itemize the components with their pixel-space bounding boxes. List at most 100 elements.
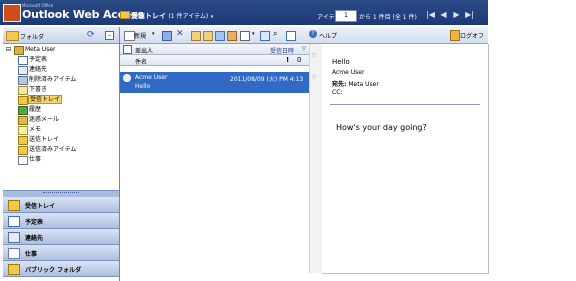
tree-item-label: Meta User [25, 46, 56, 53]
sent-items-icon [18, 146, 28, 155]
outlook-logo-icon [3, 4, 21, 22]
tree-item-tasks[interactable]: 仕事 [18, 155, 114, 165]
chevron-down-icon[interactable]: ▾ [152, 31, 155, 37]
next-page-icon[interactable]: ▶ [452, 10, 461, 20]
calendar-icon [18, 56, 28, 65]
message-date: 2011/08/09 (火) PM 4:13 [230, 76, 304, 83]
reading-pane-icon[interactable] [286, 31, 296, 41]
new-button-label[interactable]: 新規 [134, 31, 146, 40]
list-scrollbar[interactable]: ▽ ▽ [309, 44, 322, 273]
tree-item-label: 削除済みアイテム [29, 76, 77, 83]
last-page-icon[interactable]: ▶| [465, 10, 474, 20]
tree-item-drafts[interactable]: 下書き [18, 85, 114, 95]
tree-item-label: 送信済みアイテム [29, 146, 77, 153]
tree-item-deleted-items[interactable]: 削除済みアイテム [18, 75, 114, 85]
column-header-from[interactable]: 差出人 [135, 46, 153, 55]
collapse-pane-icon[interactable]: – [105, 31, 114, 40]
tree-item-inbox[interactable]: 受信トレイ [18, 95, 114, 105]
left-navigation-pane: フォルダ ⟳ – ⊟ Meta User 予定表 連絡先 削除済みアイテム 下書… [3, 27, 120, 281]
contacts-icon [8, 232, 20, 243]
tree-item-calendar[interactable]: 予定表 [18, 55, 114, 65]
column-header-received[interactable]: 受信日時 [270, 46, 294, 55]
current-folder-title[interactable]: 受信トレイ (1 件アイテム) ▾ [131, 11, 213, 21]
nav-group-label: 予定表 [25, 219, 44, 226]
column-header-row: 件名 ! 0 [120, 55, 321, 66]
find-icon[interactable]: ⌕ [273, 29, 277, 39]
tree-item-notes[interactable]: メモ [18, 125, 114, 135]
folder-icon [120, 11, 130, 19]
tree-item-sent-items[interactable]: 送信済みアイテム [18, 145, 114, 155]
nav-group-tasks[interactable]: 仕事 [3, 245, 119, 261]
reading-pane-header: Hello Acme User 宛先: Meta User CC: [322, 44, 488, 105]
forward-icon[interactable] [215, 31, 225, 41]
public-folder-icon [8, 264, 20, 275]
notes-icon [18, 126, 28, 135]
item-type-column-icon[interactable] [123, 45, 132, 54]
message-read-icon [123, 74, 131, 82]
cc-label: CC: [332, 89, 343, 96]
logoff-button-label[interactable]: ログオフ [460, 31, 484, 40]
move-folder-icon[interactable] [162, 31, 172, 41]
tree-item-mailbox[interactable]: ⊟ Meta User [6, 45, 116, 55]
chevron-down-icon[interactable]: ▾ [252, 31, 255, 37]
nav-group-inbox[interactable]: 受信トレイ [3, 197, 119, 213]
column-header-row: 差出人 受信日時 ▽ [120, 44, 321, 55]
to-value[interactable]: Meta User [348, 81, 378, 88]
nav-group-calendar[interactable]: 予定表 [3, 213, 119, 229]
refresh-icon[interactable]: ⟳ [87, 30, 95, 40]
top-header-bar: Microsoft Office Outlook Web Access 受信トレ… [0, 0, 488, 25]
flag-column-icon: ▽ [312, 53, 316, 59]
column-header-importance[interactable]: ! [286, 56, 289, 64]
check-names-icon[interactable] [227, 31, 237, 41]
first-page-icon[interactable]: |◀ [426, 10, 435, 20]
help-button-label[interactable]: ヘルプ [319, 31, 337, 40]
page-number-input[interactable]: 1 [335, 10, 357, 22]
reading-to-line: 宛先: Meta User [332, 79, 379, 88]
flag-icon[interactable]: ▽ [312, 75, 316, 81]
header-divider [330, 104, 480, 105]
folder-tree: ⊟ Meta User 予定表 連絡先 削除済みアイテム 下書き 受信トレイ 履… [3, 44, 119, 190]
inbox-icon [18, 96, 28, 105]
nav-group-contacts[interactable]: 連絡先 [3, 229, 119, 245]
sort-descending-icon: ▽ [302, 46, 306, 52]
address-book-icon[interactable] [260, 31, 270, 41]
delete-icon[interactable]: ✕ [176, 29, 184, 39]
table-row[interactable]: Acme User 2011/08/09 (火) PM 4:13 Hello [120, 72, 309, 93]
tree-item-contacts[interactable]: 連絡先 [18, 65, 114, 75]
reply-icon[interactable] [191, 31, 201, 41]
outbox-icon [18, 136, 28, 145]
mailbox-icon [14, 46, 24, 55]
tasks-icon [18, 156, 28, 165]
contacts-icon [18, 66, 28, 75]
drafts-icon [18, 86, 28, 95]
expand-collapse-icon[interactable]: ⊟ [6, 45, 11, 54]
tree-item-label: 迷惑メール [29, 116, 60, 123]
tree-item-journal[interactable]: 履歴 [18, 105, 114, 115]
tree-item-outbox[interactable]: 送信トレイ [18, 135, 114, 145]
tree-item-label: 受信トレイ [28, 95, 63, 104]
view-icon[interactable] [240, 31, 250, 41]
logoff-icon[interactable] [450, 30, 460, 41]
column-header-attachment[interactable]: 0 [297, 56, 301, 64]
junk-mail-icon [18, 116, 28, 125]
nav-group-label: パブリック フォルダ [25, 267, 82, 274]
message-body: How's your day going? [336, 123, 427, 132]
folder-title-text: 受信トレイ [131, 12, 166, 20]
reply-all-icon[interactable] [203, 31, 213, 41]
tree-item-label: 仕事 [29, 156, 42, 163]
tree-item-junk-mail[interactable]: 迷惑メール [18, 115, 114, 125]
tasks-icon [8, 248, 20, 259]
message-from: Acme User [135, 74, 168, 81]
tree-item-label: 履歴 [29, 106, 42, 113]
tree-item-label: 下書き [29, 86, 48, 93]
journal-icon [18, 106, 28, 115]
column-header-subject[interactable]: 件名 [135, 57, 147, 66]
help-icon[interactable]: ? [309, 30, 317, 38]
reading-pane: Hello Acme User 宛先: Meta User CC: How's … [322, 44, 489, 274]
nav-group-public-folders[interactable]: パブリック フォルダ [3, 261, 119, 277]
previous-page-icon[interactable]: ◀ [439, 10, 448, 20]
folders-header-label: フォルダ [20, 34, 45, 41]
splitter-grip[interactable] [43, 192, 79, 195]
tree-item-label: メモ [29, 126, 42, 133]
reading-from[interactable]: Acme User [332, 69, 364, 76]
